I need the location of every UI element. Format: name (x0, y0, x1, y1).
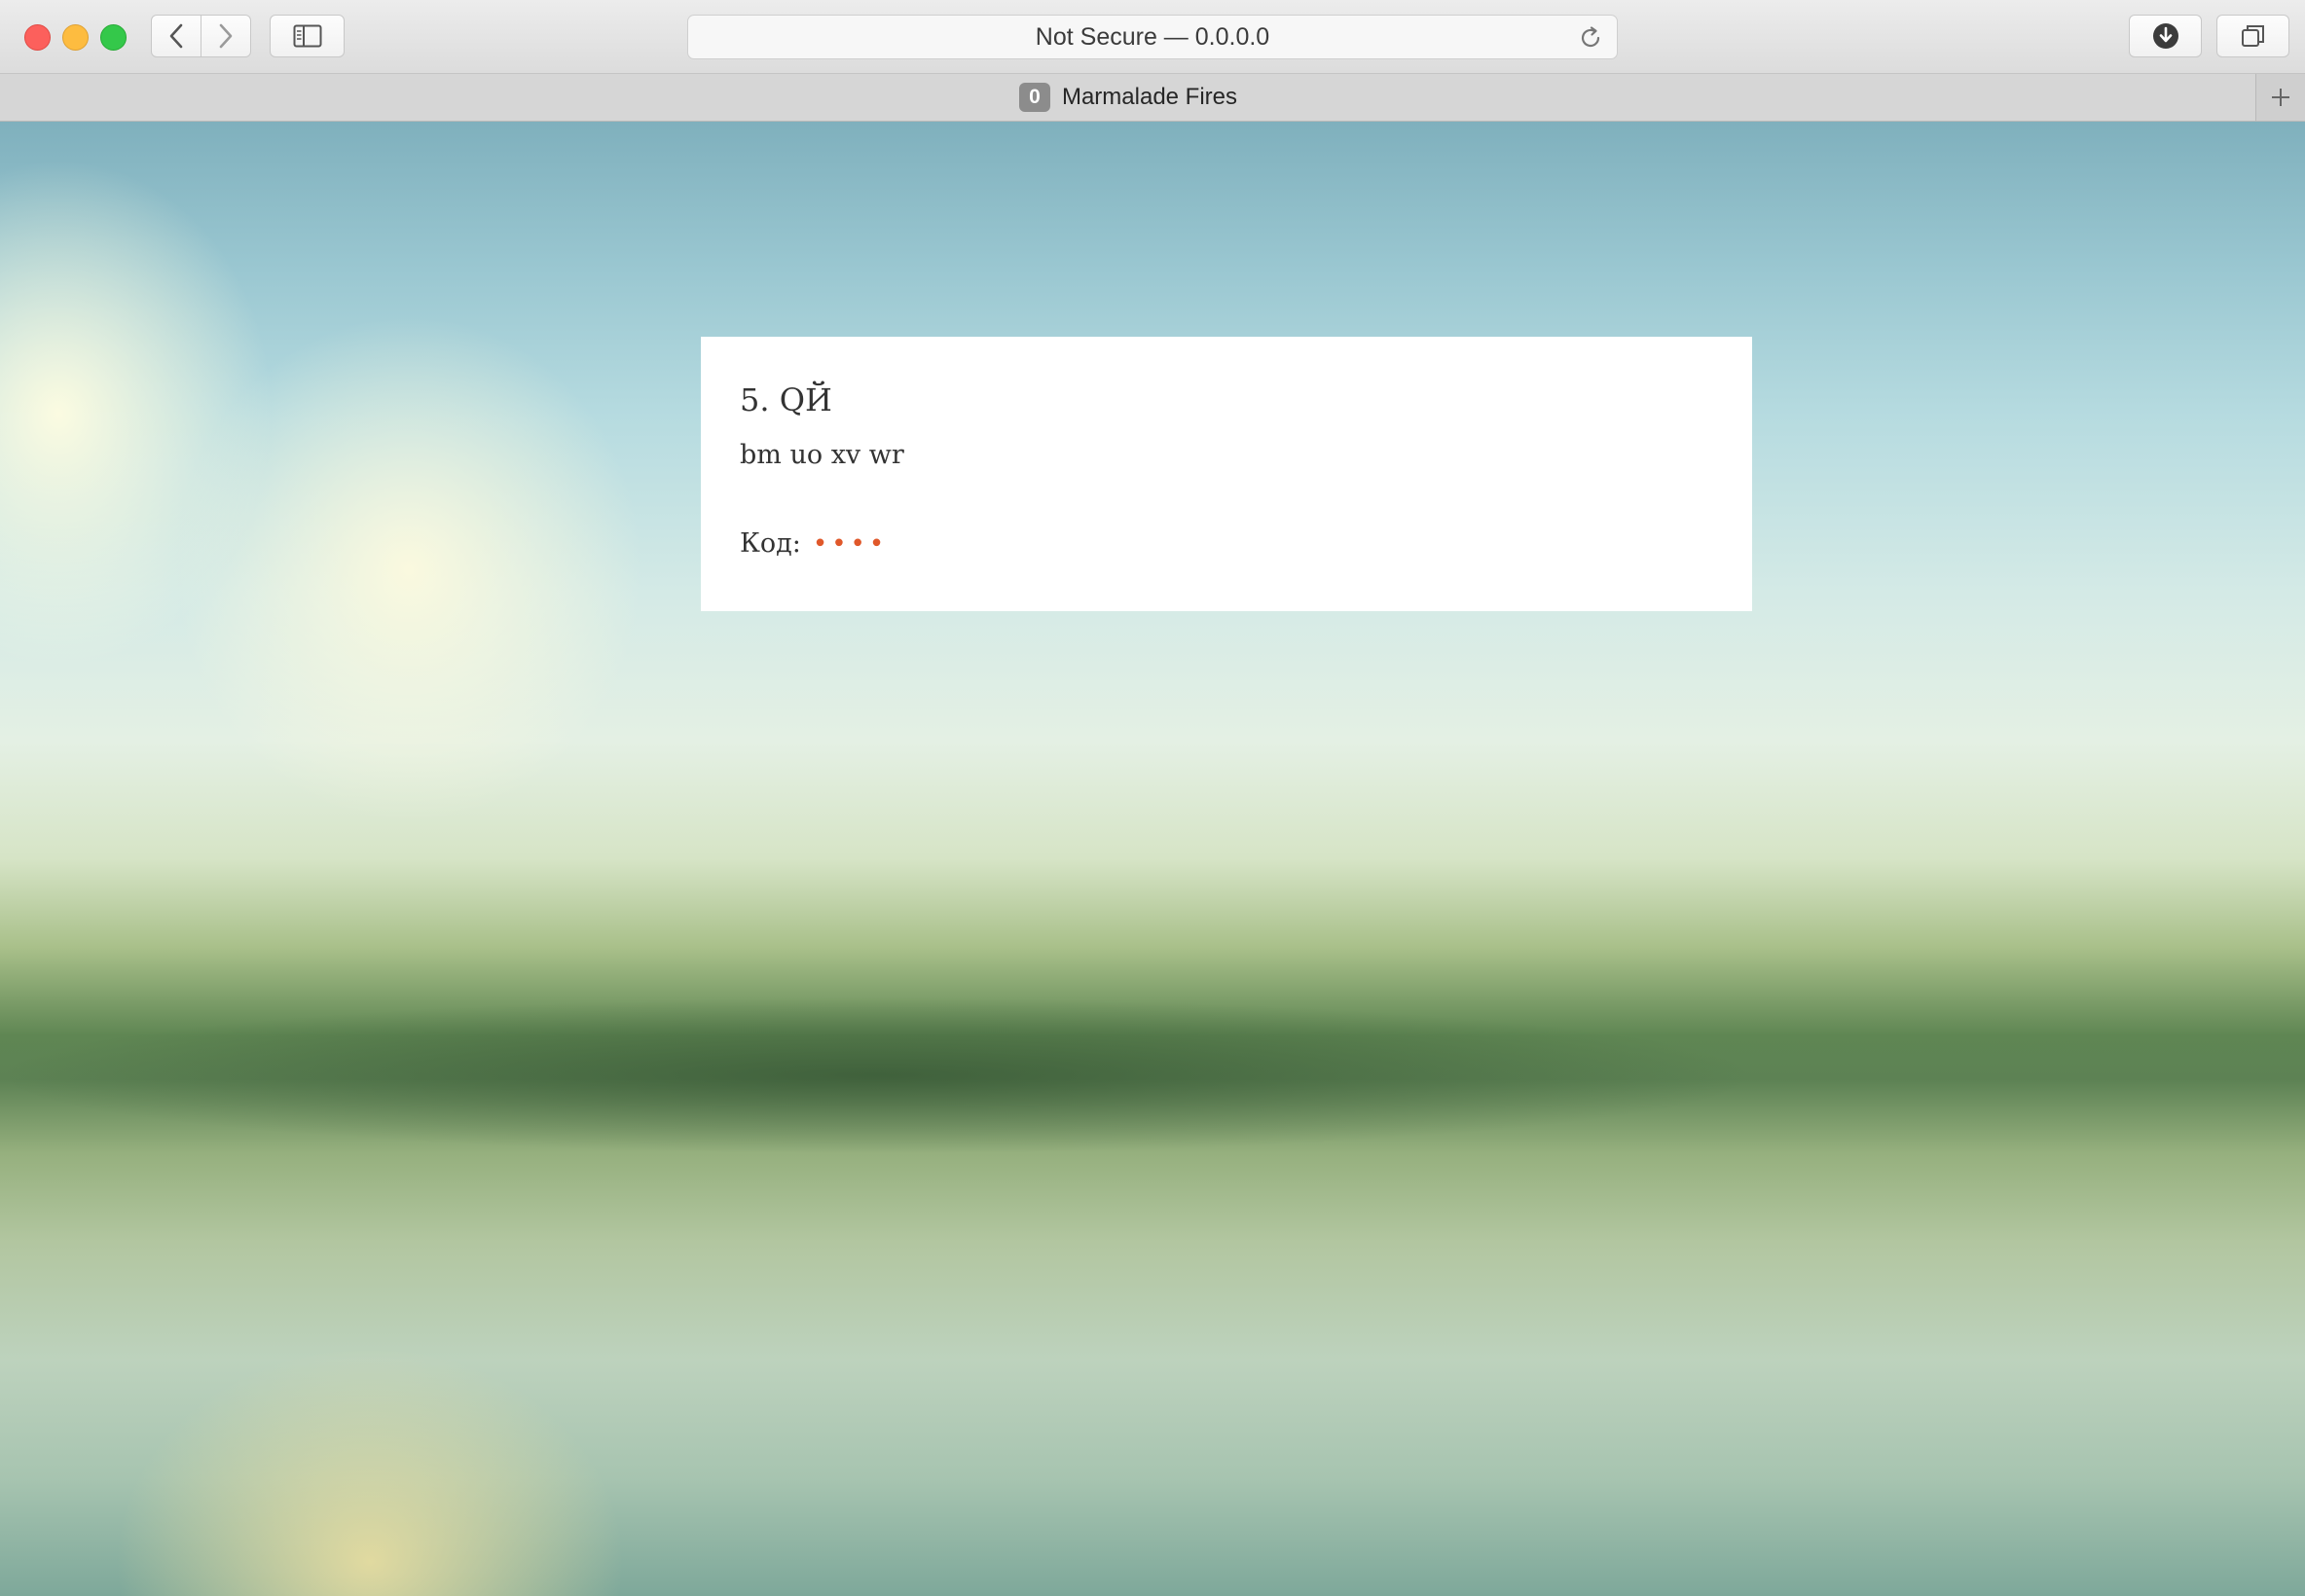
tab-bar: 0 Marmalade Fires (0, 74, 2305, 122)
close-window-button[interactable] (24, 24, 51, 51)
downloads-button[interactable] (2129, 15, 2202, 57)
back-button[interactable] (152, 16, 201, 56)
address-text[interactable]: Not Secure — 0.0.0.0 (688, 16, 1617, 58)
tab-count-badge: 0 (1018, 83, 1050, 112)
card-title: 5. QЙ (740, 381, 832, 418)
browser-toolbar: Not Secure — 0.0.0.0 (0, 0, 2305, 74)
plus-icon (2272, 89, 2289, 106)
code-label: Код: (740, 528, 801, 559)
minimize-window-button[interactable] (62, 24, 89, 51)
page-background: 5. QЙ bm uo xv wr Код: •••• (0, 122, 2305, 1596)
content-card: 5. QЙ bm uo xv wr Код: •••• (701, 337, 1752, 611)
navigation-buttons (151, 15, 251, 57)
tab-marmalade-fires[interactable]: 0 Marmalade Fires (0, 74, 2256, 121)
address-bar[interactable]: Not Secure — 0.0.0.0 (687, 15, 1618, 59)
download-icon (2152, 23, 2178, 49)
code-value: •••• (812, 528, 889, 559)
reload-icon[interactable] (1578, 25, 1603, 51)
sidebar-icon (293, 24, 321, 48)
tabs-overview-icon (2241, 25, 2264, 47)
sidebar-button[interactable] (270, 15, 345, 57)
card-body-text: bm uo xv wr (740, 440, 904, 470)
zoom-window-button[interactable] (100, 24, 127, 51)
forward-icon (219, 23, 233, 49)
tab-overview-button[interactable] (2216, 15, 2289, 57)
new-tab-button[interactable] (2255, 74, 2305, 121)
back-icon (169, 23, 183, 49)
tab-title: Marmalade Fires (1061, 84, 1238, 110)
code-row: Код: •••• (740, 528, 1713, 559)
forward-button[interactable] (201, 16, 250, 56)
